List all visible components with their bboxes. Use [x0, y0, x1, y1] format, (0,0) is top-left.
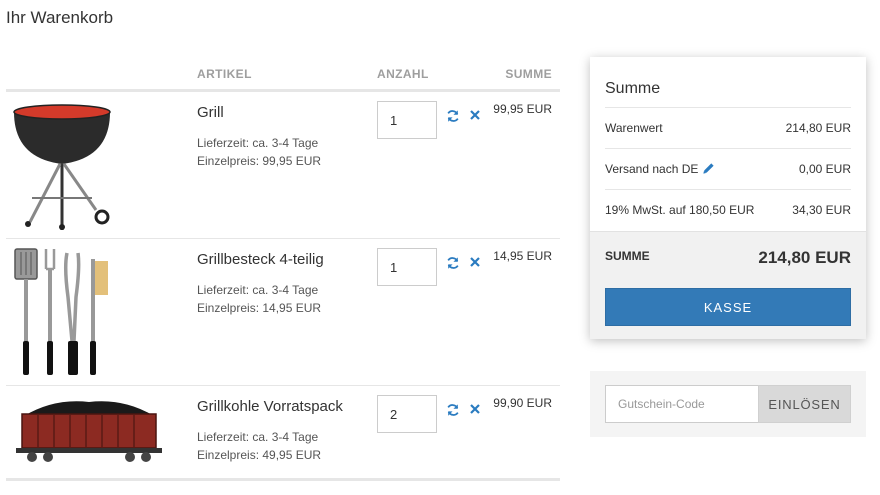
pencil-icon[interactable] — [702, 162, 715, 175]
summary-line-label: 19% MwSt. auf 180,50 EUR — [605, 203, 755, 217]
checkout-button[interactable]: KASSE — [605, 288, 851, 326]
delivery-time: Lieferzeit: ca. 3-4 Tage — [197, 283, 319, 297]
refresh-icon[interactable] — [446, 256, 460, 270]
summary-line-label: Warenwert — [605, 121, 663, 135]
order-summary: Summe Warenwert 214,80 EUR Versand nach … — [590, 57, 866, 339]
summary-title: Summe — [605, 80, 661, 97]
product-meta: Lieferzeit: ca. 3-4 Tage Einzelpreis: 99… — [197, 134, 321, 170]
close-icon[interactable] — [470, 110, 480, 120]
refresh-icon[interactable] — [446, 109, 460, 123]
summary-line-tax: 19% MwSt. auf 180,50 EUR 34,30 EUR — [605, 189, 851, 230]
cart-row: Grillbesteck 4-teilig Lieferzeit: ca. 3-… — [6, 239, 560, 386]
line-total: 99,95 EUR — [493, 102, 552, 116]
delivery-time: Lieferzeit: ca. 3-4 Tage — [197, 136, 319, 150]
delivery-time: Lieferzeit: ca. 3-4 Tage — [197, 430, 319, 444]
quantity-input[interactable] — [377, 395, 437, 433]
cart-row: Grillkohle Vorratspack Lieferzeit: ca. 3… — [6, 386, 560, 481]
redeem-coupon-button[interactable]: EINLÖSEN — [758, 385, 851, 423]
column-header-total: SUMME — [505, 67, 552, 81]
unit-price: Einzelpreis: 99,95 EUR — [197, 154, 322, 168]
summary-line-value: 214,80 EUR — [785, 121, 851, 135]
coupon-box: EINLÖSEN — [590, 371, 866, 437]
product-meta: Lieferzeit: ca. 3-4 Tage Einzelpreis: 14… — [197, 281, 321, 317]
column-header-item: ARTIKEL — [197, 67, 252, 81]
summary-line-value: 0,00 EUR — [798, 162, 851, 176]
summary-footer: SUMME 214,80 EUR KASSE — [590, 231, 866, 339]
product-name[interactable]: Grillkohle Vorratspack — [197, 398, 343, 415]
page-title: Ihr Warenkorb — [6, 8, 114, 27]
summary-line-label: Versand nach DE — [605, 162, 699, 176]
product-name[interactable]: Grillbesteck 4-teilig — [197, 251, 324, 268]
product-meta: Lieferzeit: ca. 3-4 Tage Einzelpreis: 49… — [197, 428, 321, 464]
line-total: 99,90 EUR — [493, 396, 552, 410]
cart-table: ARTIKEL ANZAHL SUMME Grill Lieferzeit: c… — [6, 60, 560, 481]
refresh-icon[interactable] — [446, 403, 460, 417]
column-header-quantity: ANZAHL — [377, 67, 429, 81]
product-image-grill[interactable] — [12, 100, 112, 230]
summary-line-shipping: Versand nach DE 0,00 EUR — [605, 148, 851, 189]
summary-line-value: 34,30 EUR — [792, 203, 851, 217]
unit-price: Einzelpreis: 49,95 EUR — [197, 448, 322, 462]
cart-row: Grill Lieferzeit: ca. 3-4 Tage Einzelpre… — [6, 92, 560, 239]
summary-line-subtotal: Warenwert 214,80 EUR — [605, 107, 851, 148]
quantity-input[interactable] — [377, 248, 437, 286]
grand-total-label: SUMME — [605, 249, 650, 263]
close-icon[interactable] — [470, 257, 480, 267]
cart-table-header: ARTIKEL ANZAHL SUMME — [6, 60, 560, 92]
line-total: 14,95 EUR — [493, 249, 552, 263]
grand-total-value: 214,80 EUR — [758, 248, 851, 267]
close-icon[interactable] — [470, 404, 480, 414]
coupon-code-input[interactable] — [605, 385, 759, 423]
quantity-input[interactable] — [377, 101, 437, 139]
product-name[interactable]: Grill — [197, 104, 224, 121]
product-image-coal-wagon[interactable] — [14, 394, 164, 464]
unit-price: Einzelpreis: 14,95 EUR — [197, 301, 322, 315]
product-image-grill-tools[interactable] — [12, 247, 112, 377]
